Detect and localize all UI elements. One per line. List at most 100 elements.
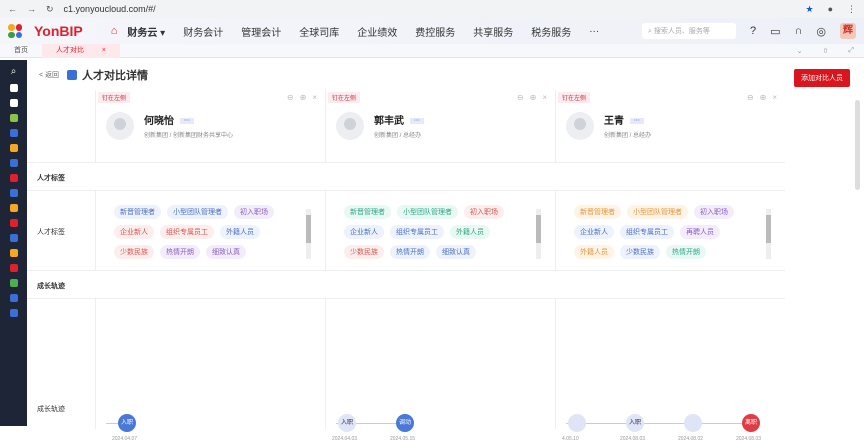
headset-icon[interactable]: ∩ — [794, 25, 802, 37]
timeline-node[interactable] — [684, 414, 702, 432]
scrollbar[interactable] — [855, 100, 860, 190]
more-button[interactable]: ··· — [410, 118, 424, 125]
person-name: 何晓怡 ··· — [144, 112, 194, 127]
app-icon[interactable] — [9, 129, 18, 137]
brand-logo[interactable]: YonBIP — [34, 23, 83, 39]
timeline-node[interactable]: 调动 — [396, 414, 414, 432]
person-org: 创新集团 / 创新集团财务共享中心 — [144, 133, 234, 139]
timeline-date: 2024.04.07 — [112, 436, 138, 442]
user-avatar[interactable]: 辉 — [840, 23, 856, 39]
talent-tag: 外籍人员 — [574, 245, 614, 259]
tab-talent-compare[interactable]: 人才对比 × — [42, 43, 120, 58]
scroll-thumb[interactable] — [766, 215, 771, 243]
avatar — [336, 112, 364, 140]
pin-left-button[interactable]: 钉在左侧 — [98, 92, 131, 103]
close-icon[interactable]: × — [772, 93, 777, 102]
app-icon[interactable] — [9, 264, 18, 272]
app-icon[interactable] — [9, 144, 18, 152]
search-icon[interactable]: ⌕ — [11, 66, 17, 77]
app-icon[interactable] — [9, 249, 18, 257]
nav-item[interactable]: 共享服务 — [473, 24, 513, 39]
talent-tag: 初入职场 — [234, 205, 274, 219]
app-icon[interactable] — [9, 174, 18, 182]
timeline-date: 2024.08.02 — [678, 436, 704, 442]
chevron-down-icon[interactable]: ⌄ — [797, 47, 803, 55]
add-compare-button[interactable]: 添加对比人员 — [794, 69, 850, 87]
close-icon[interactable]: × — [312, 93, 317, 102]
message-icon[interactable]: ▭ — [770, 25, 780, 38]
scroll-thumb[interactable] — [306, 215, 311, 243]
person-card: 钉在左侧 ⊖ ⊕ × 王青 ··· 创新集团 / 总经办 — [555, 90, 785, 162]
more-button[interactable]: ··· — [630, 118, 644, 125]
nav-item[interactable]: 税务服务 — [531, 24, 571, 39]
app-icon[interactable] — [9, 234, 18, 242]
nav-item[interactable]: 管理会计 — [241, 24, 281, 39]
move-right-icon[interactable]: ⊕ — [760, 93, 767, 102]
timeline-node[interactable]: 入职 — [626, 414, 644, 432]
search-placeholder: 搜索人员、服务等 — [653, 28, 710, 35]
person-name: 王青 ··· — [604, 112, 644, 127]
move-right-icon[interactable]: ⊕ — [300, 93, 307, 102]
home-icon[interactable]: ⌂ — [111, 25, 118, 37]
app-icon[interactable] — [9, 114, 18, 122]
tags-scrollbar[interactable] — [306, 209, 311, 259]
name-text: 王青 — [604, 116, 624, 127]
growth-row: 成长轨迹 入职 2024.04.07 入职 2024.04.03 调动 2024.05.15… — [27, 299, 785, 442]
timeline-node[interactable]: 入职 — [338, 414, 356, 432]
url-bar[interactable]: c1.yonyoucloud.com/#/ — [64, 4, 156, 14]
nav-item[interactable]: 企业绩效 — [357, 24, 397, 39]
nav-current[interactable]: 财务云 ▾ — [127, 24, 165, 39]
app-icon[interactable] — [9, 84, 18, 92]
app-icon[interactable] — [9, 204, 18, 212]
tab-home[interactable]: 首页 — [0, 44, 42, 58]
nav-item[interactable]: 全球司库 — [299, 24, 339, 39]
pin-left-button[interactable]: 钉在左侧 — [558, 92, 591, 103]
help-icon[interactable]: ? — [750, 25, 756, 37]
nav-more[interactable]: ··· — [589, 26, 599, 37]
fullscreen-icon[interactable]: ⤢ — [848, 47, 854, 55]
move-left-icon[interactable]: ⊖ — [517, 93, 524, 102]
close-icon[interactable]: × — [102, 44, 106, 58]
timeline-node[interactable]: 入职 — [118, 414, 136, 432]
reload-icon[interactable]: ↻ — [46, 4, 54, 15]
pin-left-button[interactable]: 钉在左侧 — [328, 92, 361, 103]
search-input[interactable]: ⌕ 搜索人员、服务等 — [641, 23, 736, 39]
move-left-icon[interactable]: ⊖ — [747, 93, 754, 102]
ai-icon[interactable]: ◎ — [816, 25, 826, 38]
app-icon[interactable] — [9, 189, 18, 197]
profile-icon[interactable]: ● — [828, 4, 833, 15]
people-row: 钉在左侧 ⊖ ⊕ × 何晓怡 ··· 创新集团 / 创新集团财务共享中心 钉在左侧 ⊖ ⊕ × 郭丰武… — [27, 90, 785, 163]
app-icon[interactable] — [9, 309, 18, 317]
app-icon[interactable] — [9, 99, 18, 107]
tags-cell: 新晋管理者 小型团队管理者 初入职场 企业新人 组织专属员工 外籍人员 少数民族 热情开朗 细致… — [325, 191, 555, 270]
tags-row: 人才标签 新晋管理者 小型团队管理者 初入职场 企业新人 组织专属员工 外籍人员 少数民族 热情… — [27, 191, 785, 271]
back-icon[interactable]: ← — [8, 4, 17, 14]
tags-scrollbar[interactable] — [536, 209, 541, 259]
person-org: 创新集团 / 总经办 — [374, 133, 422, 139]
name-text: 何晓怡 — [144, 116, 174, 127]
app-icon[interactable] — [9, 219, 18, 227]
nav-item[interactable]: 费控服务 — [415, 24, 455, 39]
timeline-node[interactable]: 离职 — [742, 414, 760, 432]
move-left-icon[interactable]: ⊖ — [287, 93, 294, 102]
tags-scrollbar[interactable] — [766, 209, 771, 259]
close-icon[interactable]: × — [542, 93, 547, 102]
star-icon[interactable]: ★ — [805, 4, 813, 15]
move-right-icon[interactable]: ⊕ — [530, 93, 537, 102]
more-button[interactable]: ··· — [180, 118, 194, 125]
timeline-node[interactable] — [568, 414, 586, 432]
timeline-date: 4.05.10 — [562, 436, 579, 442]
app-icon[interactable] — [9, 159, 18, 167]
card-controls: ⊖ ⊕ × — [747, 93, 777, 102]
menu-icon[interactable]: ⋮ — [847, 4, 856, 15]
upload-icon[interactable]: ⇧ — [823, 47, 829, 55]
app-icon[interactable] — [9, 279, 18, 287]
nav-item[interactable]: 财务会计 — [183, 24, 223, 39]
app-icon[interactable] — [9, 294, 18, 302]
talent-tag: 热情开朗 — [666, 245, 706, 259]
back-link[interactable]: < 返回 — [39, 70, 59, 80]
talent-tag: 小型团队管理者 — [167, 205, 228, 219]
page-header: < 返回 人才对比详情 — [27, 60, 864, 90]
forward-icon[interactable]: → — [27, 4, 36, 14]
scroll-thumb[interactable] — [536, 215, 541, 243]
